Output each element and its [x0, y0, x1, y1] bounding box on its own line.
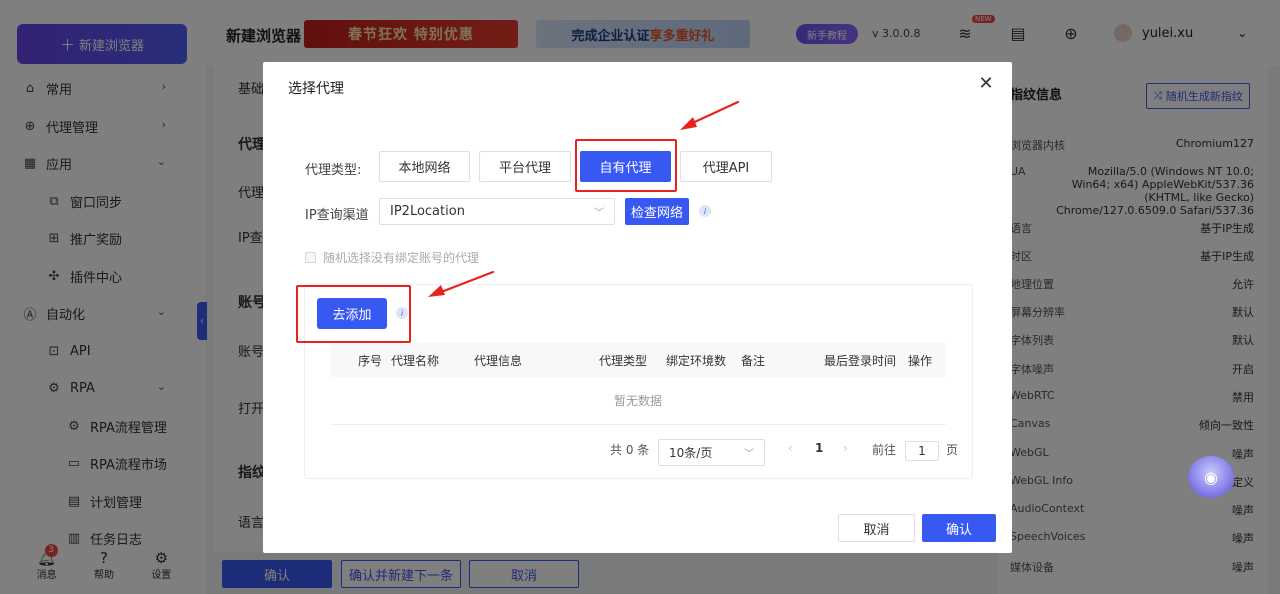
annotation-box-own-proxy	[575, 139, 677, 192]
proxy-type-platform[interactable]: 平台代理	[479, 151, 571, 182]
proxy-type-api[interactable]: 代理API	[680, 151, 772, 182]
pagination-total: 共 0 条	[610, 441, 649, 458]
goto-page-input[interactable]: 1	[905, 441, 939, 461]
dialog-title: 选择代理	[288, 78, 344, 98]
info-icon[interactable]: i	[699, 205, 711, 217]
col-index: 序号	[358, 352, 382, 369]
random-proxy-checkbox[interactable]: 随机选择没有绑定账号的代理	[305, 249, 479, 266]
col-proxy-type: 代理类型	[599, 352, 647, 369]
next-page-icon[interactable]: ›	[843, 441, 848, 455]
prev-page-icon[interactable]: ‹	[788, 441, 793, 455]
goto-label: 前往	[872, 441, 896, 458]
check-network-button[interactable]: 检查网络	[625, 198, 689, 225]
dialog-cancel-button[interactable]: 取消	[838, 514, 915, 542]
chevron-down-icon: ﹀	[744, 445, 754, 460]
ip-channel-select[interactable]: IP2Location ﹀	[379, 198, 615, 225]
proxy-type-label: 代理类型:	[305, 159, 361, 178]
col-remark: 备注	[741, 352, 765, 369]
col-bound-envs: 绑定环境数	[666, 352, 726, 369]
close-icon[interactable]: ✕	[976, 74, 996, 94]
current-page[interactable]: 1	[815, 441, 823, 455]
table-header: 序号 代理名称 代理信息 代理类型 绑定环境数 备注 最后登录时间 操作	[330, 343, 946, 377]
empty-state: 暂无数据	[330, 377, 946, 425]
proxy-type-local[interactable]: 本地网络	[379, 151, 470, 182]
annotation-box-add-button	[296, 285, 411, 343]
dialog-confirm-button[interactable]: 确认	[922, 514, 996, 542]
col-proxy-info: 代理信息	[474, 352, 522, 369]
col-last-login: 最后登录时间	[824, 352, 896, 369]
chevron-down-icon: ﹀	[594, 204, 604, 219]
page-suffix: 页	[946, 441, 958, 458]
ip-channel-label: IP查询渠道	[305, 204, 369, 223]
col-actions: 操作	[908, 352, 932, 369]
checkbox-box[interactable]	[305, 252, 316, 263]
page-size-select[interactable]: 10条/页 ﹀	[658, 439, 765, 466]
col-proxy-name: 代理名称	[391, 352, 439, 369]
assistant-robot-icon[interactable]: ◉	[1188, 456, 1234, 498]
